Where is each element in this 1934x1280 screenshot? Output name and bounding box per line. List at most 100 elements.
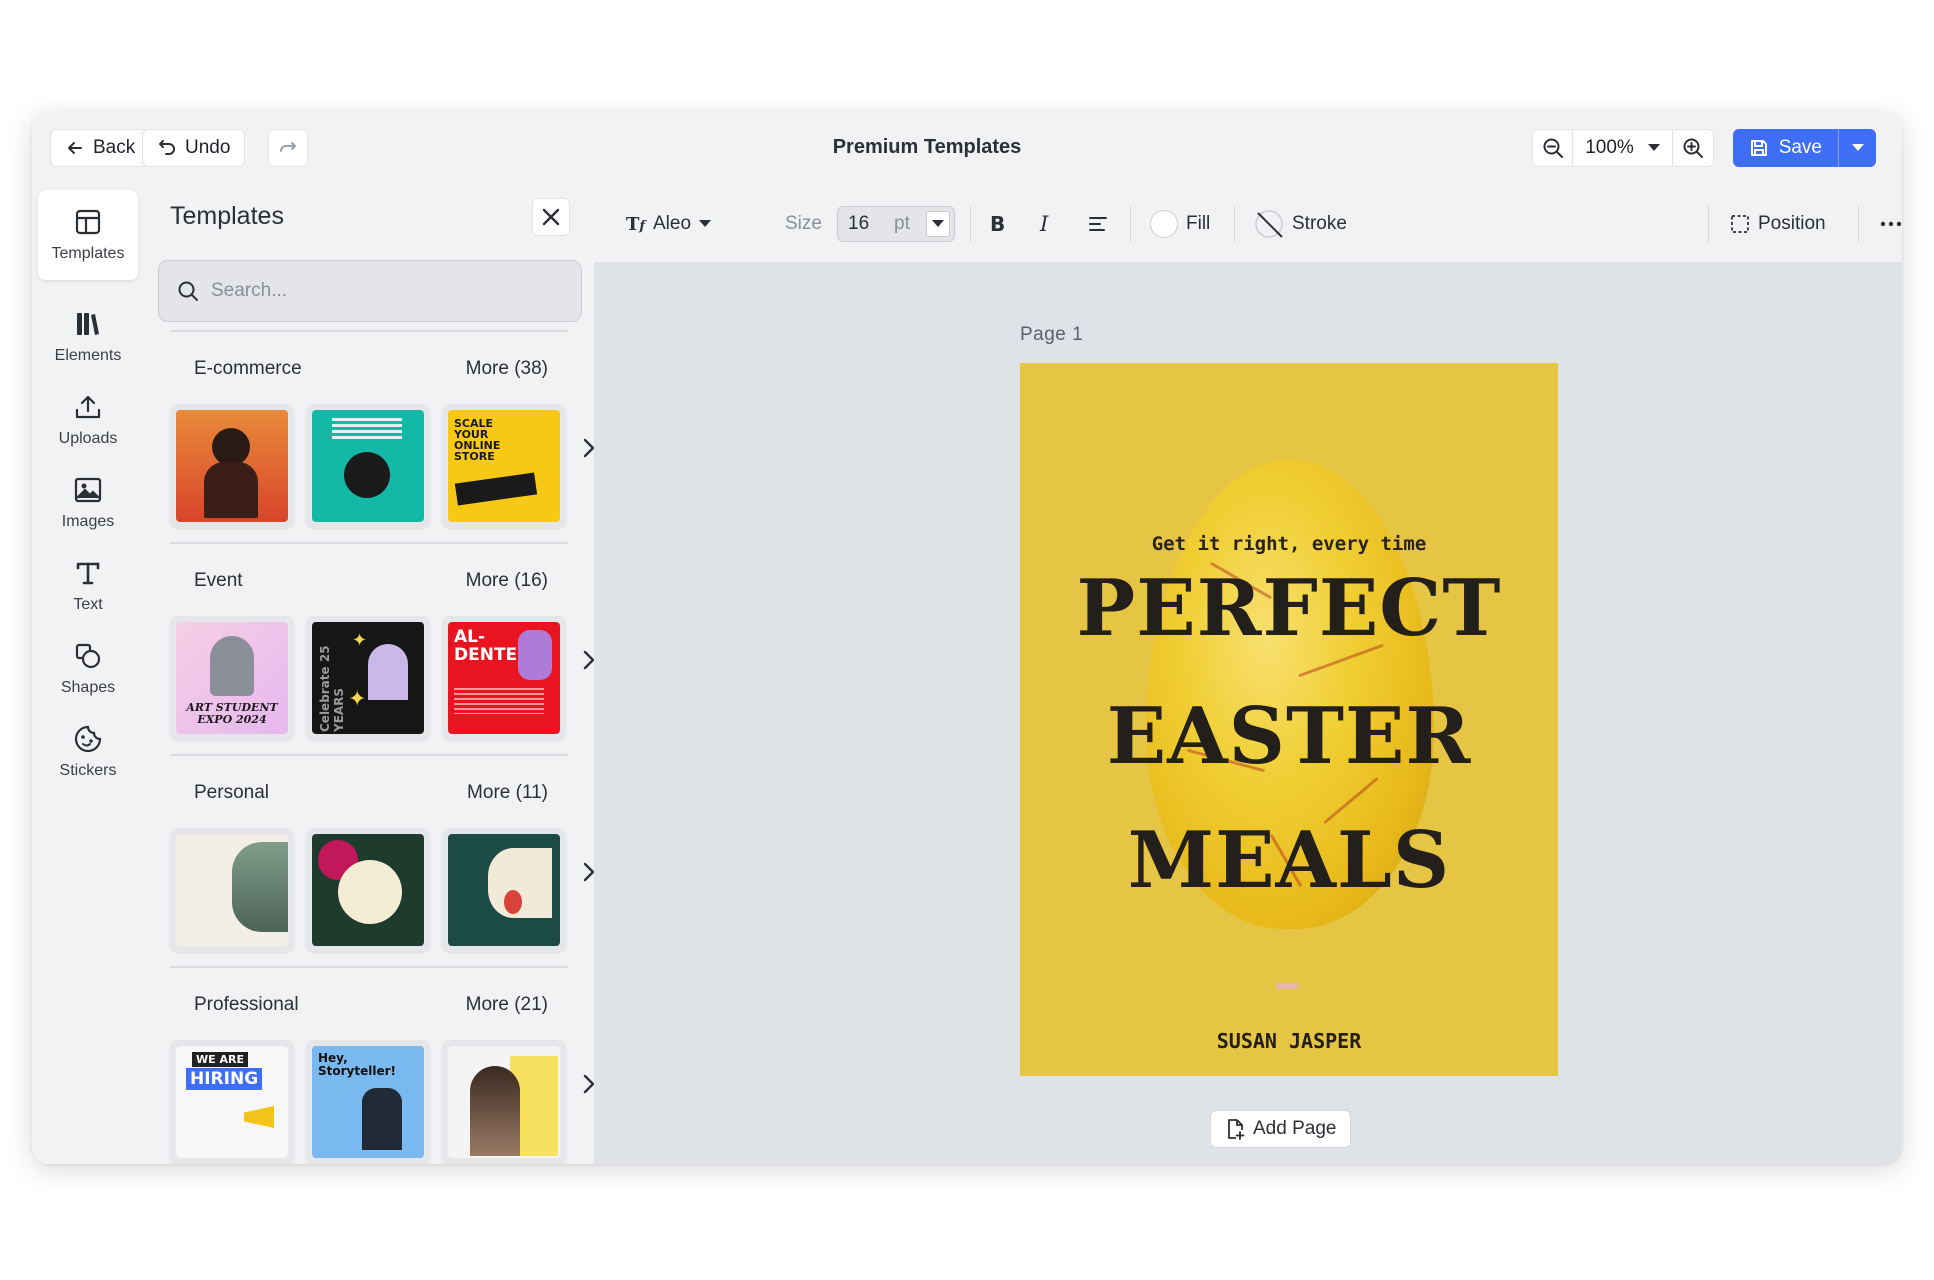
- chevron-right-icon[interactable]: [582, 860, 594, 884]
- floppy-icon: [1750, 140, 1767, 156]
- text-icon: [76, 562, 100, 585]
- align-button[interactable]: [1088, 186, 1108, 262]
- italic-button[interactable]: I: [1040, 186, 1048, 262]
- category-more-link[interactable]: More (21): [466, 994, 548, 1016]
- align-left-icon: [1089, 217, 1107, 231]
- template-thumbnail[interactable]: Hey, Storyteller!: [306, 1040, 430, 1164]
- template-text-lines: [454, 688, 544, 714]
- zoom-in-button[interactable]: [1673, 130, 1713, 166]
- zoom-select[interactable]: 100%: [1573, 130, 1673, 166]
- category-title: E-commerce: [194, 358, 302, 379]
- font-size-input[interactable]: 16 pt: [837, 206, 955, 242]
- template-thumbnail[interactable]: [442, 1040, 566, 1164]
- sidebar-item-elements[interactable]: Elements: [38, 292, 138, 382]
- template-thumbnail[interactable]: [170, 404, 294, 528]
- fill-label: Fill: [1186, 213, 1211, 234]
- stroke-none-icon: [1255, 210, 1283, 238]
- chevron-right-icon[interactable]: [582, 1072, 594, 1096]
- template-thumbnail[interactable]: [170, 828, 294, 952]
- sidebar-item-images[interactable]: Images: [38, 458, 138, 548]
- template-preview: Celebrate 25 YEARS ✦ ✦: [312, 622, 424, 734]
- template-preview: ART STUDENT EXPO 2024: [176, 622, 288, 734]
- zoom-controls: 100%: [1532, 129, 1714, 167]
- more-options-button[interactable]: [1880, 186, 1902, 262]
- zoom-out-button[interactable]: [1533, 130, 1573, 166]
- template-preview: AL-DENTE: [448, 622, 560, 734]
- font-size-dropdown[interactable]: [926, 211, 950, 237]
- caret-down-icon: [1647, 144, 1660, 151]
- template-thumbnail[interactable]: [306, 828, 430, 952]
- close-panel-button[interactable]: [532, 198, 570, 236]
- search-input[interactable]: [211, 280, 551, 302]
- template-preview: [312, 410, 424, 522]
- sidebar-item-stickers[interactable]: Stickers: [38, 707, 138, 797]
- toolbar-divider: [1130, 206, 1131, 242]
- category-more-link[interactable]: More (38): [466, 358, 548, 380]
- panel-title: Templates: [170, 202, 284, 230]
- template-thumbnail[interactable]: WE ARE HIRING: [170, 1040, 294, 1164]
- template-thumbnail[interactable]: ART STUDENT EXPO 2024: [170, 616, 294, 740]
- template-figure: [368, 644, 408, 700]
- template-preview: [448, 834, 560, 946]
- template-figure: [504, 890, 522, 914]
- sidebar-item-uploads[interactable]: Uploads: [38, 375, 138, 465]
- add-page-button[interactable]: Add Page: [1210, 1110, 1352, 1148]
- chevron-right-icon[interactable]: [582, 436, 594, 460]
- megaphone-icon: [244, 1106, 274, 1128]
- position-button[interactable]: Position: [1730, 186, 1826, 262]
- page-subtitle[interactable]: Get it right, every time: [1020, 533, 1558, 555]
- image-icon: [74, 477, 102, 503]
- toolbar-divider: [1708, 206, 1709, 242]
- bold-button[interactable]: B: [990, 186, 1005, 262]
- zoom-out-icon: [1543, 138, 1563, 158]
- sidebar-item-shapes[interactable]: Shapes: [38, 624, 138, 714]
- template-preview: Hey, Storyteller!: [312, 1046, 424, 1158]
- template-banner: [454, 472, 538, 506]
- close-icon: [542, 208, 560, 226]
- headline-line-1[interactable]: PERFECT: [1020, 563, 1558, 654]
- headline-line-2[interactable]: EASTER: [1020, 691, 1558, 782]
- save-button[interactable]: Save: [1733, 129, 1838, 167]
- caret-down-icon: [699, 220, 712, 227]
- page-label: Page 1: [1020, 324, 1084, 345]
- fill-button[interactable]: Fill: [1150, 186, 1210, 262]
- star-icon: ✦: [348, 686, 367, 711]
- font-select[interactable]: Tf Aleo: [626, 186, 712, 262]
- author-name[interactable]: SUSAN JASPER: [1020, 1029, 1558, 1053]
- template-figure: [232, 842, 288, 932]
- design-page[interactable]: Get it right, every time PERFECT EASTER …: [1020, 363, 1558, 1076]
- library-icon: [77, 313, 99, 335]
- template-thumbnail[interactable]: AL-DENTE: [442, 616, 566, 740]
- sidebar-item-text[interactable]: Text: [38, 541, 138, 631]
- toolbar-divider: [1234, 206, 1235, 242]
- add-page-icon: [1228, 1119, 1245, 1140]
- template-thumbnail[interactable]: SCALE YOUR ONLINE STORE: [442, 404, 566, 528]
- template-preview: WE ARE HIRING: [176, 1046, 288, 1158]
- category-more-link[interactable]: More (16): [466, 570, 548, 592]
- template-text: ART STUDENT EXPO 2024: [186, 701, 278, 726]
- caret-down-icon: [1851, 144, 1864, 151]
- headline-line-3[interactable]: MEALS: [1020, 815, 1558, 906]
- template-thumbnail[interactable]: [442, 828, 566, 952]
- sidebar-label: Text: [73, 596, 103, 613]
- chevron-right-icon[interactable]: [582, 648, 594, 672]
- fill-swatch-icon: [1150, 210, 1178, 238]
- templates-panel: Templates E-commerce More (38) SCALE: [144, 186, 594, 1164]
- zoom-in-icon: [1683, 138, 1703, 158]
- template-figure: [470, 1066, 520, 1156]
- sidebar-item-templates[interactable]: Templates: [38, 190, 138, 280]
- template-thumbnail[interactable]: Celebrate 25 YEARS ✦ ✦: [306, 616, 430, 740]
- save-options-dropdown[interactable]: [1838, 129, 1876, 167]
- divider: [170, 966, 568, 968]
- sidebar-label: Stickers: [59, 762, 117, 779]
- more-horizontal-icon: [1880, 221, 1902, 227]
- category-more-link[interactable]: More (11): [467, 782, 548, 804]
- font-size-value: 16: [848, 213, 870, 234]
- sidebar-label: Templates: [51, 245, 125, 262]
- font-icon: Tf: [626, 213, 645, 235]
- template-thumbnail[interactable]: [306, 404, 430, 528]
- template-figure: [344, 452, 390, 498]
- sidebar-label: Images: [61, 513, 115, 530]
- stroke-button[interactable]: Stroke: [1254, 186, 1347, 262]
- divider: [170, 754, 568, 756]
